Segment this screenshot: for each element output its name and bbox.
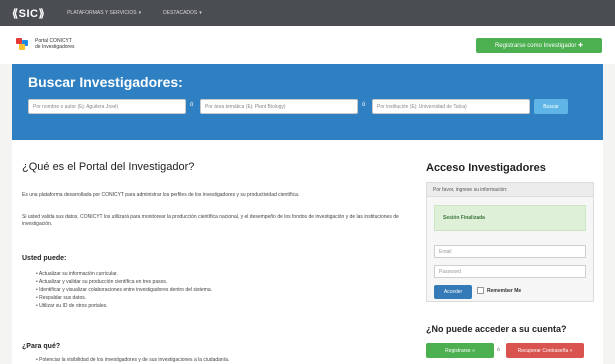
can-list: Actualizar su información curricular. Ac… — [36, 270, 212, 310]
conicyt-logo-icon — [16, 38, 32, 50]
list-item: Respaldar sus datos. — [36, 294, 212, 302]
remember-me[interactable]: Remember Me — [477, 287, 521, 294]
login-button[interactable]: Acceder — [434, 285, 472, 299]
list-item: Utilizar su ID de otros portales. — [36, 302, 212, 310]
session-status-alert: Sesión Finalizada — [434, 205, 586, 231]
nav-platforms-label: PLATAFORMAS Y SERVICIOS — [67, 10, 137, 16]
login-panel: Por favor, ingrese su información: Sesió… — [426, 182, 594, 302]
remember-me-label: Remember Me — [487, 287, 522, 294]
or-separator: ó — [497, 347, 500, 353]
register-investigator-button[interactable]: Registrarse como Investigador ✚ — [476, 38, 602, 53]
list-item: Actualizar y validar su producción cient… — [36, 278, 212, 286]
top-navbar: ⟪SIC⟫ PLATAFORMAS Y SERVICIOS ▾ DESTACADO… — [0, 0, 615, 26]
for-heading: ¿Para qué? — [22, 343, 61, 350]
search-section: Buscar Investigadores: Por nombre o auto… — [12, 64, 603, 140]
search-separator: ó — [362, 102, 366, 108]
search-button[interactable]: Buscar — [534, 99, 568, 114]
portal-heading: ¿Qué es el Portal del Investigador? — [22, 161, 195, 173]
area-search-input[interactable]: Por área temática (Ej: Plant Biology) — [200, 99, 358, 114]
sic-logo[interactable]: ⟪SIC⟫ — [12, 7, 45, 20]
remember-me-checkbox[interactable] — [477, 287, 484, 294]
brand-text: Portal CONICYT de Investigadores — [35, 38, 74, 50]
email-field[interactable]: Email — [434, 245, 586, 258]
chevron-down-icon: ▾ — [199, 10, 202, 16]
register-button[interactable]: Registrarse » — [426, 343, 494, 358]
nav-platforms[interactable]: PLATAFORMAS Y SERVICIOS ▾ — [67, 10, 141, 16]
search-title: Buscar Investigadores: — [28, 74, 183, 90]
can-heading: Usted puede: — [22, 255, 67, 262]
list-item: Identificar y visualizar colaboraciones … — [36, 286, 212, 294]
portal-brand[interactable]: Portal CONICYT de Investigadores — [16, 38, 74, 50]
main-content: ¿Qué es el Portal del Investigador? Es u… — [12, 140, 603, 364]
institution-search-input[interactable]: Por institución (Ej: Universidad de Talc… — [372, 99, 530, 114]
brand-line-2: de Investigadores — [35, 44, 75, 50]
intro-paragraph: Es una plataforma desarrollada por CONIC… — [22, 192, 300, 198]
nav-featured-label: DESTACADOS — [163, 10, 198, 16]
site-header: Portal CONICYT de Investigadores Registr… — [0, 26, 615, 64]
password-field[interactable]: Password — [434, 265, 586, 278]
search-separator: ó — [190, 102, 194, 108]
login-panel-heading: Por favor, ingrese su información: — [427, 183, 593, 197]
list-item: Potenciar la visibilidad de los investig… — [36, 356, 229, 364]
list-item: Actualizar su información curricular. — [36, 270, 212, 278]
access-title: Acceso Investigadores — [426, 162, 546, 174]
author-search-input[interactable]: Por nombre o autor (Ej: Aguilera José) — [28, 99, 186, 114]
nav-featured[interactable]: DESTACADOS ▾ — [163, 10, 202, 16]
recover-password-button[interactable]: Recuperar Contraseña » — [506, 343, 584, 358]
chevron-down-icon: ▾ — [138, 10, 142, 16]
validation-paragraph: Si usted valida sus datos, CONICYT los u… — [22, 214, 399, 227]
cant-access-heading: ¿No puede acceder a su cuenta? — [426, 324, 567, 334]
for-list: Potenciar la visibilidad de los investig… — [36, 356, 229, 364]
